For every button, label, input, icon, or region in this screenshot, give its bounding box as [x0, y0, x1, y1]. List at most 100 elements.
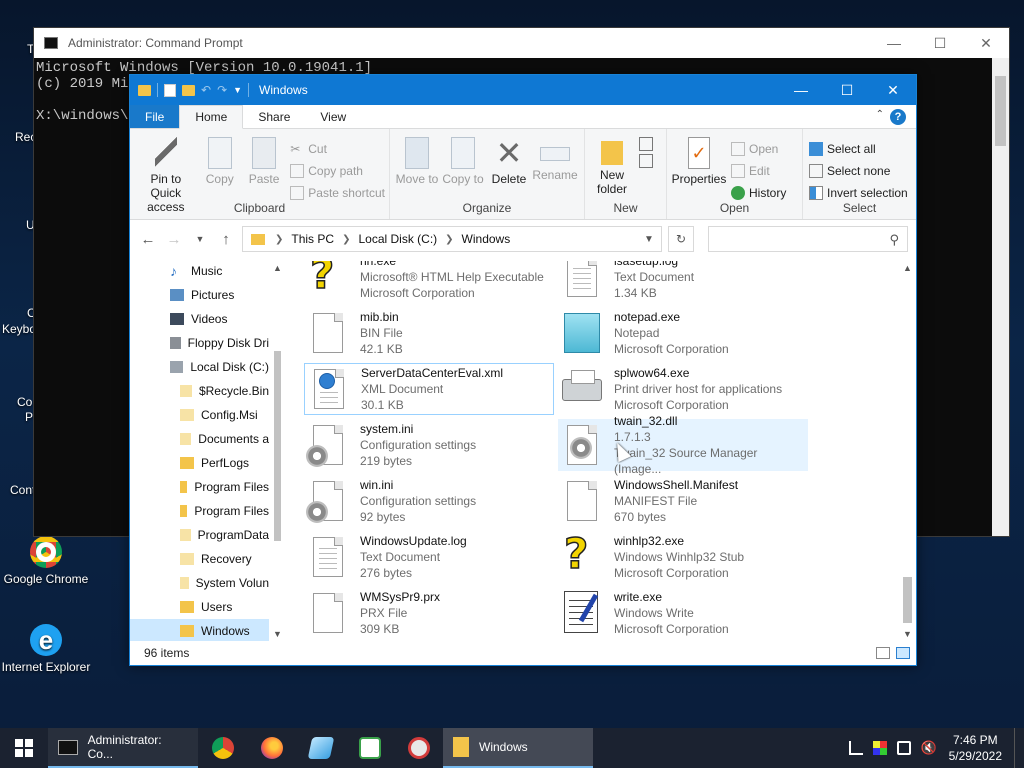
easy-access-icon[interactable]	[639, 154, 653, 168]
refresh-button[interactable]: ↻	[668, 226, 694, 252]
file-explorer-window[interactable]: ↶ ↷ ▼ Windows — ☐ ✕ File Home Share View…	[129, 74, 917, 666]
file-item[interactable]: notepad.exe Notepad Microsoft Corporation	[558, 307, 808, 359]
scroll-down-icon[interactable]: ▼	[269, 629, 286, 639]
scroll-thumb[interactable]	[995, 76, 1006, 146]
file-item[interactable]: isasetup.log Text Document 1.34 KB	[558, 261, 808, 303]
new-folder-quick-icon[interactable]	[182, 84, 195, 96]
scroll-down-icon[interactable]: ▼	[899, 629, 916, 639]
taskbar-item-explorer[interactable]: Windows	[443, 728, 593, 768]
clock[interactable]: 7:46 PM 5/29/2022	[941, 732, 1010, 764]
sidebar-item[interactable]: Config.Msi	[130, 403, 269, 427]
file-item[interactable]: WindowsUpdate.log Text Document 276 bytes	[304, 531, 554, 583]
forward-button[interactable]: →	[164, 231, 184, 248]
open-button[interactable]: Open	[731, 139, 786, 158]
taskbar-app-1[interactable]	[296, 728, 345, 768]
address-bar[interactable]: ❯ This PC ❯ Local Disk (C:) ❯ Windows ▼	[242, 226, 662, 252]
redo-icon[interactable]: ↷	[217, 83, 227, 97]
volume-mute-icon[interactable]: 🔇	[921, 741, 937, 755]
scroll-thumb[interactable]	[274, 351, 281, 541]
title-bar[interactable]: Administrator: Command Prompt — ☐ ✕	[34, 28, 1009, 58]
scroll-up-icon[interactable]: ▲	[269, 263, 286, 273]
close-button[interactable]: ✕	[870, 82, 916, 99]
back-button[interactable]: ←	[138, 231, 158, 248]
desktop-icon-label[interactable]: Keybo	[2, 322, 36, 336]
sidebar-item[interactable]: Documents a	[130, 427, 269, 451]
navigation-pane[interactable]: ♪ Music Pictures Videos Floppy Disk Dri Local…	[130, 261, 286, 641]
file-item[interactable]: win.ini Configuration settings 92 bytes	[304, 475, 554, 527]
file-item[interactable]: mib.bin BIN File 42.1 KB	[304, 307, 554, 359]
sidebar-item[interactable]: ProgramData	[130, 523, 269, 547]
scroll-thumb[interactable]	[903, 577, 912, 623]
nav-scrollbar[interactable]: ▲ ▼	[269, 261, 286, 641]
details-view-button[interactable]	[876, 647, 890, 659]
close-button[interactable]: ✕	[963, 35, 1009, 52]
address-dropdown-icon[interactable]: ▼	[637, 234, 661, 245]
display-icon[interactable]	[872, 741, 887, 755]
minimize-button[interactable]: —	[778, 82, 824, 98]
file-item[interactable]: WMSysPr9.prx PRX File 309 KB	[304, 587, 554, 639]
show-desktop-button[interactable]	[1014, 728, 1024, 768]
sidebar-item[interactable]: Pictures	[130, 283, 269, 307]
file-item[interactable]: ? hh.exe Microsoft® HTML Help Executable Mi…	[304, 261, 554, 303]
desktop-icon-ie[interactable]: e Internet Explorer	[0, 624, 92, 674]
copy-path-button[interactable]: Copy path	[290, 161, 385, 180]
breadcrumb[interactable]: Local Disk (C:)	[358, 232, 437, 246]
taskbar-app-3[interactable]	[394, 728, 443, 768]
taskbar-firefox[interactable]	[247, 728, 296, 768]
sidebar-item[interactable]: System Volun	[130, 571, 269, 595]
file-item[interactable]: WindowsShell.Manifest MANIFEST File 670 by…	[558, 475, 808, 527]
tab-file[interactable]: File	[130, 105, 180, 128]
cut-button[interactable]: ✂ Cut	[290, 139, 385, 158]
customize-quick-access-icon[interactable]: ▼	[233, 85, 242, 95]
select-all-button[interactable]: Select all	[809, 139, 908, 158]
files-scrollbar[interactable]: ▲ ▼	[899, 261, 916, 641]
taskbar-chrome[interactable]	[198, 728, 247, 768]
search-input[interactable]: ⚲	[708, 226, 908, 252]
sidebar-item[interactable]: Program Files	[130, 499, 269, 523]
edit-button[interactable]: Edit	[731, 161, 786, 180]
file-item[interactable]: splwow64.exe Print driver host for applic…	[558, 363, 808, 415]
sidebar-item[interactable]: $Recycle.Bin	[130, 379, 269, 403]
history-button[interactable]: History	[731, 183, 786, 202]
sidebar-item[interactable]: Windows	[130, 619, 269, 641]
usb-icon[interactable]	[896, 741, 911, 755]
tab-home[interactable]: Home	[179, 105, 244, 129]
file-item[interactable]: twain_32.dll 1.7.1.3 Twain_32 Source Manag…	[558, 414, 808, 476]
taskbar-app-2[interactable]	[345, 728, 394, 768]
undo-icon[interactable]: ↶	[201, 83, 211, 97]
breadcrumb[interactable]: Windows	[462, 232, 511, 246]
maximize-button[interactable]: ☐	[917, 35, 963, 52]
help-icon[interactable]: ?	[890, 109, 906, 125]
taskbar-item-cmd[interactable]: Administrator: Co...	[48, 728, 198, 768]
desktop-icon-label[interactable]: P	[25, 410, 33, 424]
tab-share[interactable]: Share	[243, 105, 305, 128]
minimize-button[interactable]: —	[871, 35, 917, 51]
tiles-view-button[interactable]	[896, 647, 910, 659]
sidebar-item[interactable]: PerfLogs	[130, 451, 269, 475]
sidebar-item[interactable]: Videos	[130, 307, 269, 331]
scroll-up-icon[interactable]: ▲	[899, 263, 916, 273]
file-item[interactable]: write.exe Windows Write Microsoft Corporat…	[558, 587, 808, 639]
up-button[interactable]: ↑	[216, 231, 236, 248]
paste-shortcut-button[interactable]: Paste shortcut	[290, 183, 385, 202]
file-list[interactable]: ? hh.exe Microsoft® HTML Help Executable Mi…	[286, 261, 916, 641]
sidebar-item[interactable]: Recovery	[130, 547, 269, 571]
title-bar[interactable]: ↶ ↷ ▼ Windows — ☐ ✕	[130, 75, 916, 105]
properties-quick-icon[interactable]	[164, 83, 176, 97]
recent-locations-icon[interactable]: ▼	[190, 234, 210, 244]
tab-view[interactable]: View	[305, 105, 361, 128]
minimize-ribbon-icon[interactable]: ⌃	[876, 109, 884, 128]
file-item[interactable]: system.ini Configuration settings 219 byte…	[304, 419, 554, 471]
sidebar-item[interactable]: Users	[130, 595, 269, 619]
invert-selection-button[interactable]: Invert selection	[809, 183, 908, 202]
desktop-icon-label[interactable]: Co	[17, 395, 32, 409]
new-item-icon[interactable]	[639, 137, 653, 151]
sidebar-item[interactable]: ♪ Music	[130, 261, 269, 283]
select-none-button[interactable]: Select none	[809, 161, 908, 180]
desktop-icon-label[interactable]: Cont	[10, 483, 35, 497]
sidebar-item[interactable]: Local Disk (C:)	[130, 355, 269, 379]
sidebar-item[interactable]: Program Files	[130, 475, 269, 499]
file-item[interactable]: ServerDataCenterEval.xml XML Document 30.1…	[304, 363, 554, 415]
network-icon[interactable]	[848, 741, 863, 755]
desktop-icon-chrome[interactable]: Google Chrome	[0, 536, 92, 586]
